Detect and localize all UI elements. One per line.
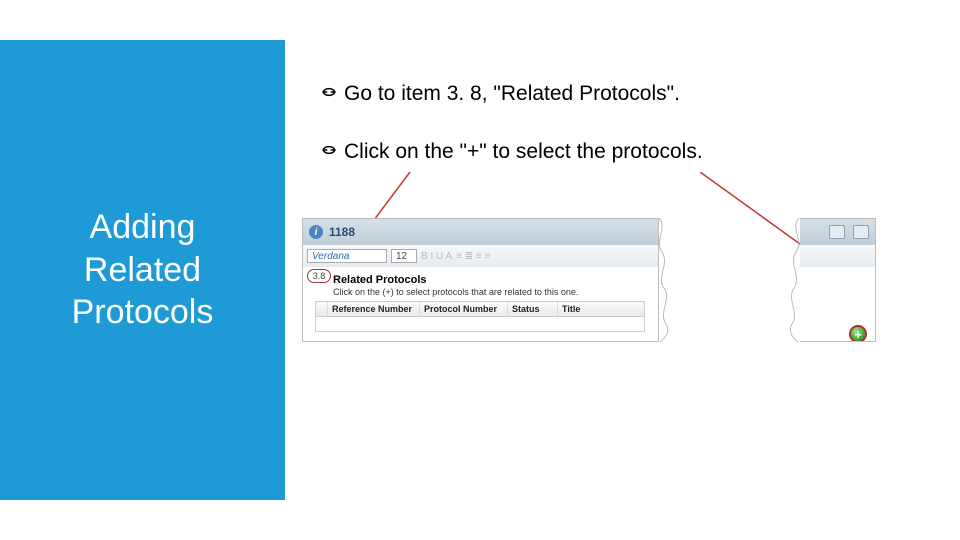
title-line-3: Protocols	[72, 293, 214, 331]
embedded-format-toolbar-right	[800, 245, 875, 267]
toolbar-icon[interactable]	[829, 225, 845, 239]
format-buttons-group[interactable]: B I U A	[421, 251, 452, 262]
bullet-item: Click on the "+" to select the protocols…	[320, 140, 880, 166]
table-body-empty	[316, 317, 644, 331]
info-icon: i	[309, 225, 323, 239]
bullet-item: Go to item 3. 8, "Related Protocols".	[320, 82, 880, 108]
title-line-2: Related	[84, 251, 201, 289]
section-instruction: Click on the (+) to select protocols tha…	[333, 287, 652, 297]
embedded-titlebar-right	[800, 219, 875, 245]
font-size-selector[interactable]: 12	[391, 249, 417, 263]
embedded-format-toolbar: Verdana 12 B I U A ≡ ≣ ≡ ≡	[303, 245, 658, 267]
embedded-content-area: 3.8 Related Protocols Click on the (+) t…	[303, 267, 658, 341]
section-heading: Related Protocols	[333, 274, 652, 286]
torn-page-split	[658, 218, 800, 342]
plus-icon: +	[854, 327, 862, 342]
page-title: Adding Related Protocols	[72, 206, 214, 334]
embedded-titlebar: i 1188	[303, 219, 658, 245]
record-number: 1188	[329, 225, 355, 239]
table-header-row: Reference Number Protocol Number Status …	[316, 302, 644, 317]
bullet-text: Go to item 3. 8, "Related Protocols".	[344, 82, 680, 106]
table-col-title: Title	[558, 302, 644, 316]
alignment-icons[interactable]: ≡ ≣ ≡ ≡	[456, 251, 490, 262]
sidebar: Adding Related Protocols	[0, 40, 285, 500]
table-col-protocol: Protocol Number	[420, 302, 508, 316]
embedded-screenshot-left: i 1188 Verdana 12 B I U A ≡ ≣ ≡ ≡ 3.8 Re…	[302, 218, 659, 342]
bullet-icon	[320, 82, 338, 108]
table-col-blank	[316, 302, 328, 316]
bullet-text: Click on the "+" to select the protocols…	[344, 140, 703, 164]
table-col-reference: Reference Number	[328, 302, 420, 316]
section-number-badge: 3.8	[307, 269, 331, 283]
table-col-status: Status	[508, 302, 558, 316]
protocols-table: Reference Number Protocol Number Status …	[315, 301, 645, 332]
add-protocol-button[interactable]: +	[849, 325, 867, 342]
title-line-1: Adding	[90, 208, 196, 246]
embedded-screenshot-right: +	[800, 218, 876, 342]
toolbar-icon[interactable]	[853, 225, 869, 239]
font-selector[interactable]: Verdana	[307, 249, 387, 263]
embedded-content-right: +	[800, 267, 875, 341]
bullet-list: Go to item 3. 8, "Related Protocols". Cl…	[320, 82, 880, 198]
bullet-icon	[320, 140, 338, 166]
